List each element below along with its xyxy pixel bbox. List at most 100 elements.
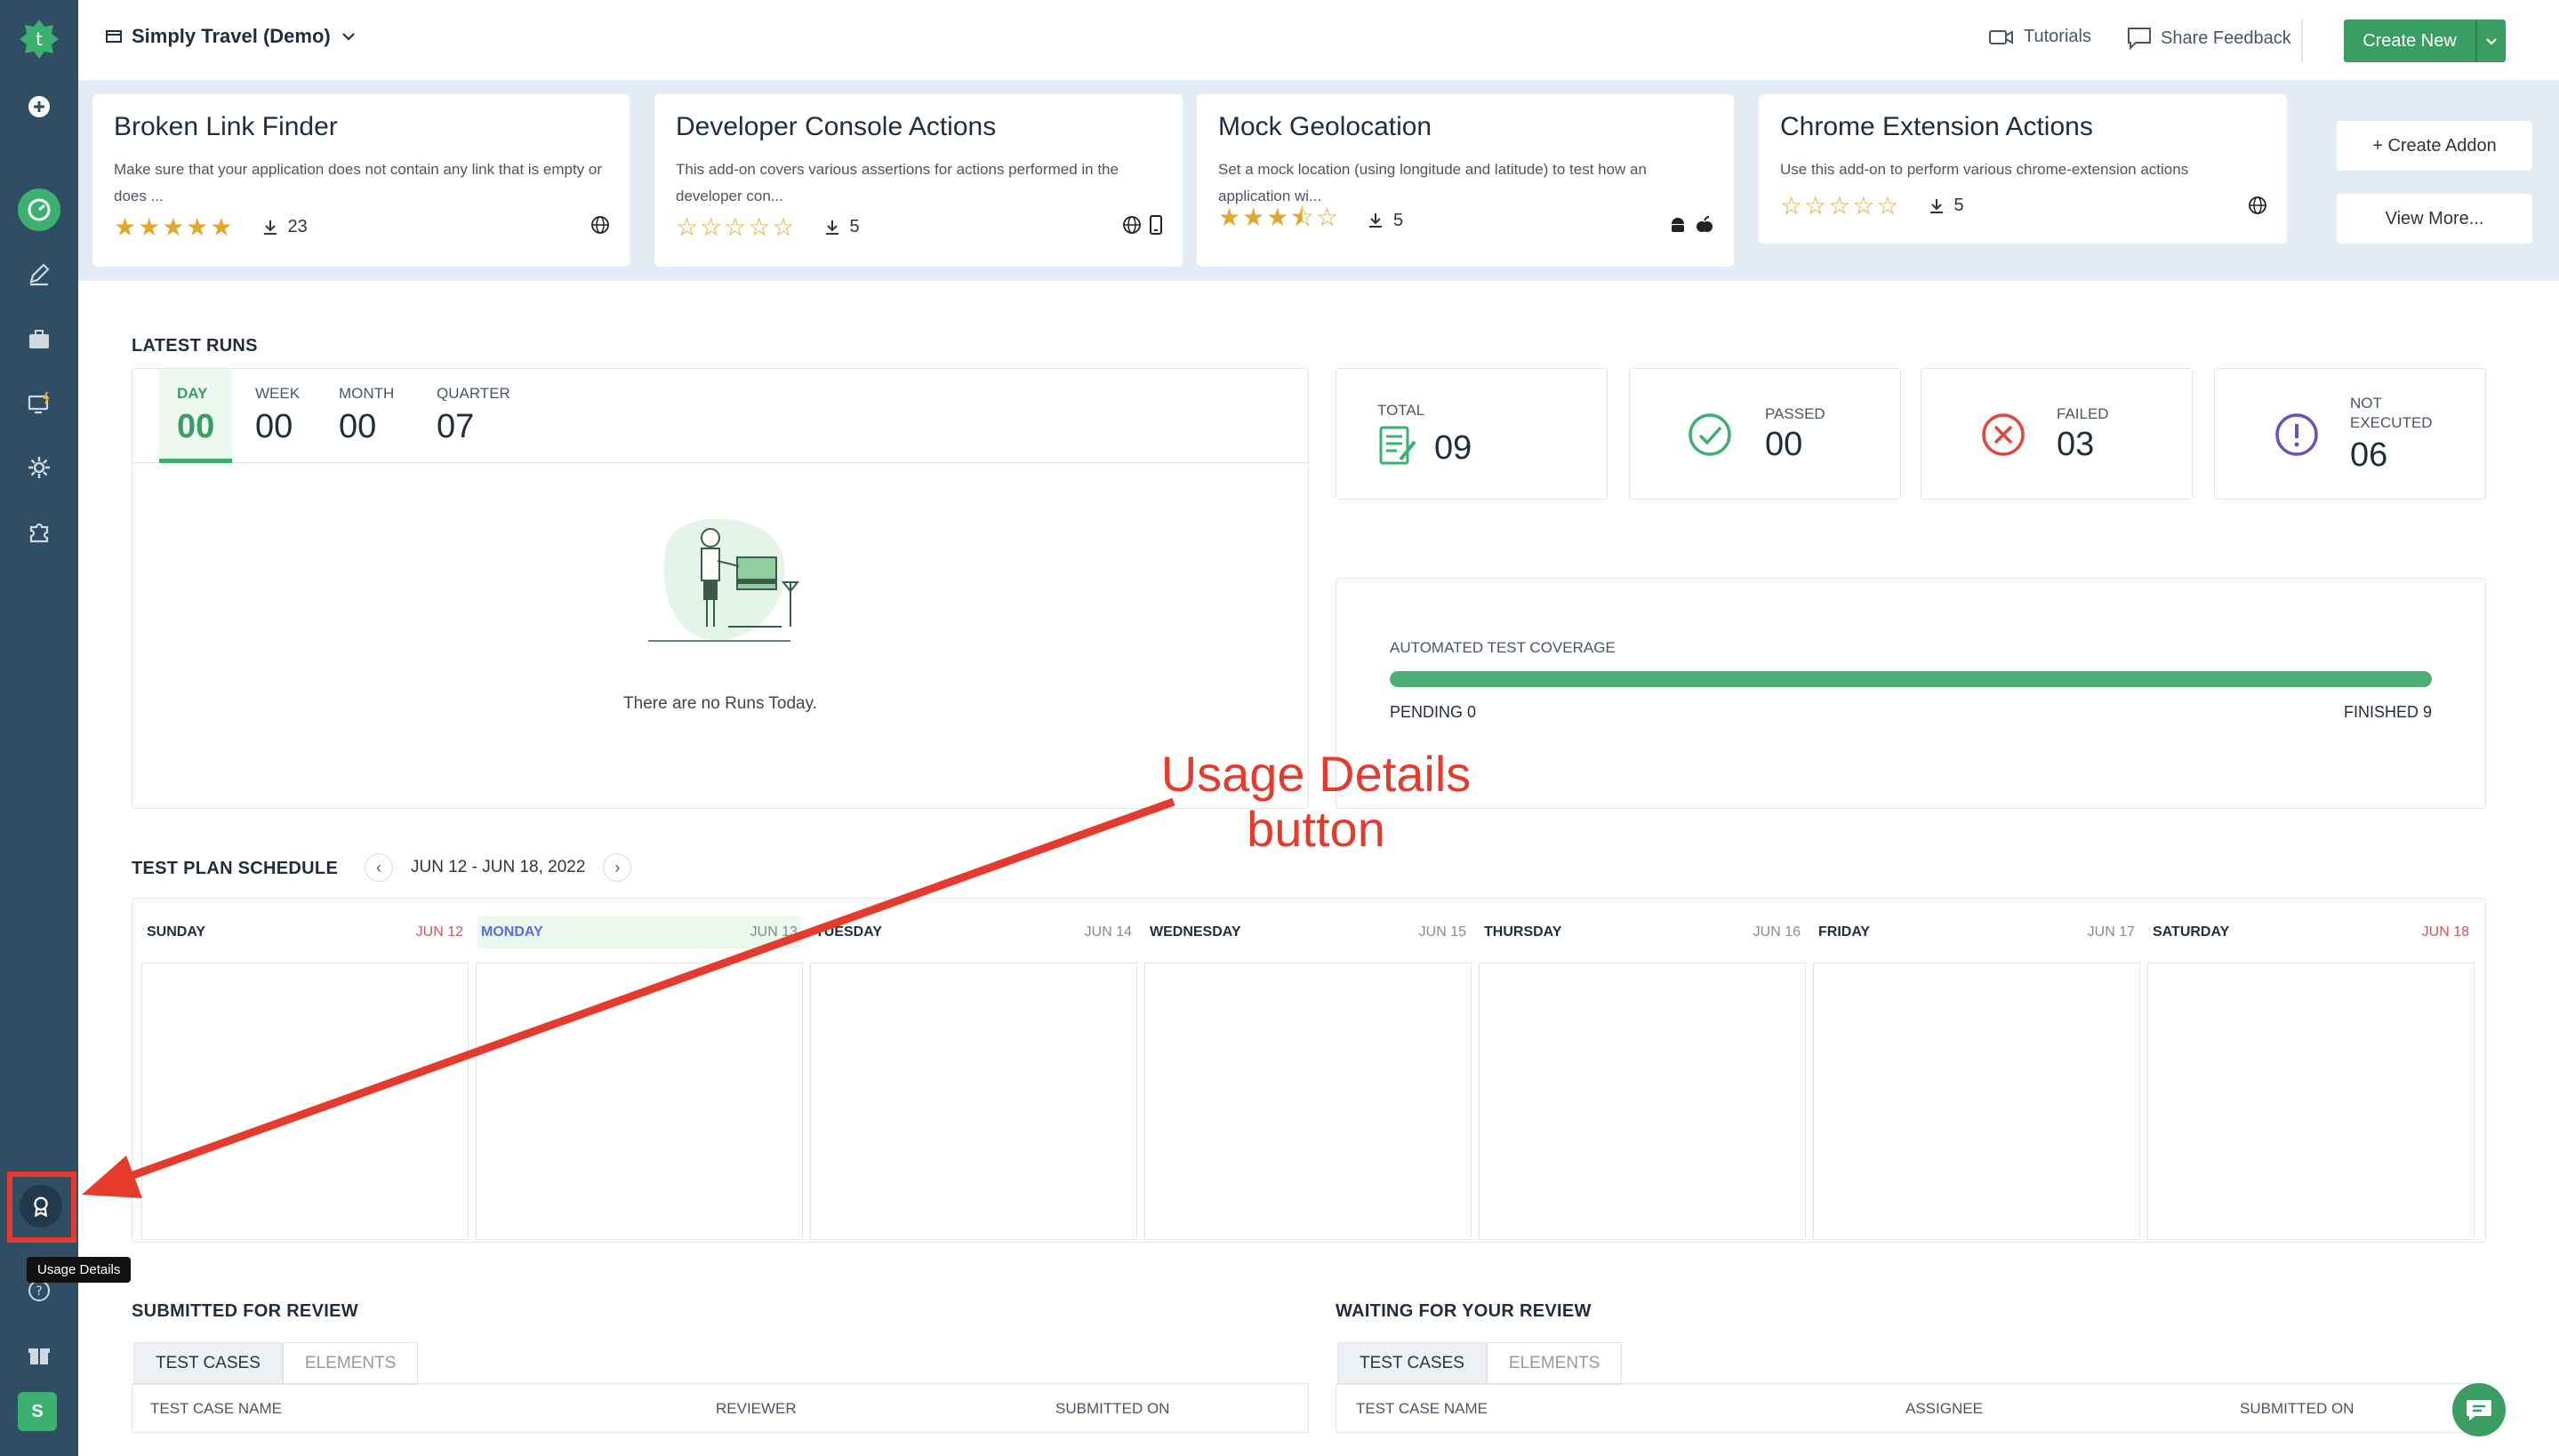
stat-value: 03	[2057, 426, 2095, 463]
chat-button[interactable]	[2452, 1383, 2506, 1436]
day-date: JUN 14	[1084, 924, 1132, 940]
tab-value: 00	[255, 408, 293, 445]
add-icon[interactable]	[0, 80, 78, 133]
tab-test-cases[interactable]: TEST CASES	[133, 1342, 283, 1385]
day-column[interactable]: FRIDAY JUN 17	[1804, 916, 2140, 1240]
day-date: JUN 17	[2087, 924, 2135, 940]
next-week-button[interactable]: ›	[603, 853, 632, 882]
col-test-case-name: TEST CASE NAME	[150, 1400, 282, 1417]
day-name: THURSDAY	[1484, 924, 1562, 940]
col-assignee: ASSIGNEE	[1905, 1400, 1983, 1417]
day-cell[interactable]	[141, 963, 469, 1240]
day-cell[interactable]	[1479, 963, 1806, 1240]
chevron-down-icon[interactable]	[2475, 20, 2506, 62]
tab-month[interactable]: MONTH 00	[339, 385, 394, 446]
addon-title: Mock Geolocation	[1218, 112, 1432, 141]
globe-icon	[1123, 216, 1141, 234]
addon-card[interactable]: Developer Console Actions This add-on co…	[654, 94, 1183, 267]
create-new-button[interactable]: Create New	[2344, 20, 2506, 62]
day-column[interactable]: TUESDAY JUN 14	[801, 916, 1137, 1240]
day-date: JUN 18	[2421, 924, 2469, 940]
day-date: JUN 16	[1753, 924, 1801, 940]
addon-description: Use this add-on to perform various chrom…	[1780, 161, 2189, 178]
stat-not-executed[interactable]: NOT EXECUTED 06	[2214, 368, 2486, 500]
coverage-progress-bar	[1390, 671, 2432, 687]
day-name: SUNDAY	[147, 924, 206, 940]
tab-test-cases[interactable]: TEST CASES	[1337, 1342, 1487, 1385]
project-name: Simply Travel (Demo)	[132, 25, 331, 47]
day-column[interactable]: SUNDAY JUN 12	[132, 916, 469, 1240]
day-date: JUN 13	[750, 924, 798, 940]
day-column[interactable]: THURSDAY JUN 16	[1470, 916, 1806, 1240]
submitted-tabs: TEST CASES ELEMENTS	[133, 1342, 419, 1385]
rating-stars: ★★★⯪☆	[1218, 204, 1340, 231]
stat-label: NOT	[2350, 395, 2382, 412]
settings-icon[interactable]	[0, 441, 78, 494]
header-divider	[2301, 20, 2303, 62]
tab-label: QUARTER	[437, 385, 510, 402]
addon-card[interactable]: Chrome Extension Actions Use this add-on…	[1759, 94, 2287, 244]
waiting-table-header: TEST CASE NAME ASSIGNEE SUBMITTED ON	[1336, 1383, 2486, 1433]
tab-week[interactable]: WEEK 00	[255, 385, 300, 446]
day-cell[interactable]	[810, 963, 1137, 1240]
project-selector[interactable]: Simply Travel (Demo)	[105, 25, 357, 48]
stat-passed[interactable]: PASSED 00	[1629, 368, 1901, 500]
tab-quarter[interactable]: QUARTER 07	[437, 385, 510, 446]
svg-text:?: ?	[36, 1284, 42, 1299]
addon-card[interactable]: Broken Link Finder Make sure that your a…	[92, 94, 630, 267]
download-count: 5	[1367, 211, 1403, 231]
usage-details-tooltip: Usage Details	[27, 1257, 132, 1283]
day-column[interactable]: MONDAY JUN 13	[467, 916, 803, 1240]
waiting-review-title: WAITING FOR YOUR REVIEW	[1336, 1301, 1592, 1321]
schedule-calendar: SUNDAY JUN 12 MONDAY JUN 13 TUESDAY JUN 14 …	[132, 898, 2486, 1243]
coverage-progress-fill	[1390, 671, 2432, 687]
prev-week-button[interactable]: ‹	[365, 853, 393, 882]
platform-icons	[2248, 196, 2267, 215]
tab-value: 00	[339, 408, 377, 445]
day-cell[interactable]	[2147, 963, 2475, 1240]
stat-failed[interactable]: FAILED 03	[1921, 368, 2193, 500]
tab-day[interactable]: DAY 00	[159, 369, 233, 463]
empty-state-illustration-icon	[648, 518, 800, 642]
day-cell[interactable]	[1144, 963, 1472, 1240]
latest-runs-title: LATEST RUNS	[132, 336, 258, 356]
share-feedback-label: Share Feedback	[2161, 28, 2291, 48]
tab-elements[interactable]: ELEMENTS	[282, 1342, 419, 1385]
download-count: 23	[261, 217, 308, 237]
stat-label: EXECUTED	[2350, 414, 2433, 431]
app-logo-icon[interactable]: t	[18, 18, 60, 60]
avatar[interactable]: S	[18, 1392, 57, 1431]
addon-description: Make sure that your application does not…	[114, 161, 603, 204]
test-list-icon	[1379, 426, 1416, 465]
day-name: FRIDAY	[1818, 924, 1871, 940]
create-addon-button[interactable]: + Create Addon	[2337, 121, 2532, 171]
download-value: 5	[849, 217, 860, 236]
sidebar: t ? S	[0, 0, 78, 1456]
tutorials-link[interactable]: Tutorials	[1988, 27, 2091, 47]
create-new-label: Create New	[2362, 30, 2457, 51]
edit-icon[interactable]	[0, 247, 78, 300]
monitor-icon[interactable]	[0, 377, 78, 430]
dashboard-icon[interactable]	[0, 183, 78, 236]
share-feedback-link[interactable]: Share Feedback	[2127, 27, 2291, 50]
view-more-button[interactable]: View More...	[2337, 194, 2532, 244]
usage-details-button[interactable]	[20, 1185, 62, 1228]
day-name: TUESDAY	[815, 924, 882, 940]
chat-icon	[2467, 1400, 2491, 1420]
globe-icon	[2249, 196, 2266, 214]
day-cell[interactable]	[1813, 963, 2140, 1240]
stat-total[interactable]: TOTAL 09	[1336, 368, 1608, 500]
puzzle-icon[interactable]	[0, 505, 78, 558]
briefcase-icon[interactable]	[0, 313, 78, 366]
tab-elements[interactable]: ELEMENTS	[1486, 1342, 1623, 1385]
gift-icon[interactable]	[0, 1328, 78, 1381]
day-column[interactable]: SATURDAY JUN 18	[2138, 916, 2475, 1240]
day-column[interactable]: WEDNESDAY JUN 15	[1135, 916, 1472, 1240]
addon-card[interactable]: Mock Geolocation Set a mock location (us…	[1197, 94, 1734, 267]
annotation-label: Usage Details button	[1094, 747, 1538, 857]
schedule-title: TEST PLAN SCHEDULE	[132, 859, 339, 878]
stat-value: 00	[1765, 426, 1803, 463]
tab-value: 07	[437, 408, 475, 445]
day-cell[interactable]	[476, 963, 803, 1240]
day-name: SATURDAY	[2153, 924, 2230, 940]
